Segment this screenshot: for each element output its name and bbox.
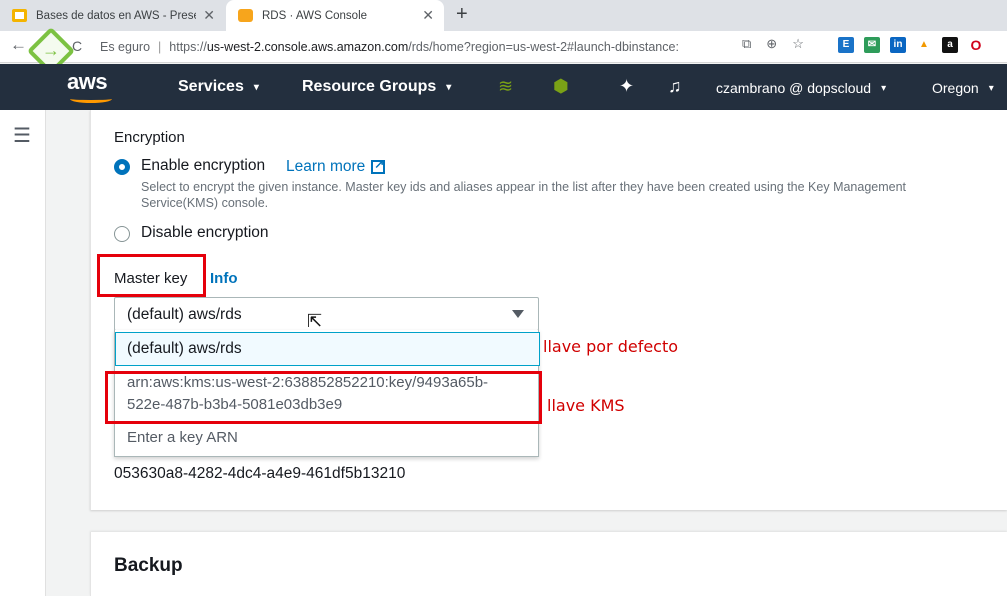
ext-blue-icon[interactable]: E xyxy=(838,37,854,53)
opera-icon[interactable]: O xyxy=(968,37,984,53)
url-path: /rds/home?region=us-west-2#launch-dbinst… xyxy=(408,40,679,54)
option-default-key[interactable]: (default) aws/rds xyxy=(115,332,540,366)
translate-icon[interactable]: ⧉ xyxy=(742,36,751,52)
hamburger-menu-icon[interactable]: ☰ xyxy=(13,123,31,148)
resource-groups-menu[interactable]: Resource Groups ▾ xyxy=(302,78,451,96)
linkedin-icon[interactable]: in xyxy=(890,37,906,53)
services-menu[interactable]: Services ▾ xyxy=(178,78,259,96)
encryption-heading: Encryption xyxy=(114,129,185,146)
disable-encryption-label[interactable]: Disable encryption xyxy=(141,224,269,242)
master-key-highlight xyxy=(97,254,206,297)
learn-more-label: Learn more xyxy=(286,158,366,175)
master-key-selected-value: (default) aws/rds xyxy=(127,306,242,323)
back-arrow-icon[interactable]: ← xyxy=(10,35,27,55)
omnibox-actions: ⧉ ⊕ ☆ xyxy=(742,36,804,52)
forward-arrow-icon[interactable]: → xyxy=(42,40,60,61)
new-tab-button[interactable]: + xyxy=(456,3,468,26)
url-prefix: https:// xyxy=(169,40,207,54)
url-host: us-west-2.console.aws.amazon.com xyxy=(206,40,409,54)
aws-console-nav: aws Services ▾ Resource Groups ▾ ≋ ⬢ ✦ ♫… xyxy=(0,64,1007,110)
account-name: czambrano @ dopscloud xyxy=(716,80,872,96)
browser-extensions: E ✉ in ▲ a O xyxy=(838,37,984,53)
browser-tab-strip: Bases de datos en AWS - Present ✕ RDS · … xyxy=(0,0,1007,31)
bookmark-star-icon[interactable]: ☆ xyxy=(792,36,804,52)
slides-icon xyxy=(12,9,27,22)
external-link-icon xyxy=(371,157,386,174)
aws-logo[interactable]: aws xyxy=(67,69,108,95)
zoom-icon[interactable]: ⊕ xyxy=(766,36,777,52)
amazon-assistant-icon[interactable]: a xyxy=(942,37,958,53)
chevron-down-icon: ▾ xyxy=(881,82,887,94)
chevron-down-icon: ▾ xyxy=(253,81,259,93)
aws-icon xyxy=(238,9,253,22)
bell-icon[interactable]: ♫ xyxy=(668,76,682,97)
services-label: Services xyxy=(178,78,244,95)
browser-tab-slides[interactable]: Bases de datos en AWS - Present ✕ xyxy=(0,0,225,31)
mouse-pointer-icon: ⇱ xyxy=(307,311,323,331)
region-name: Oregon xyxy=(932,80,979,96)
close-icon[interactable]: ✕ xyxy=(203,7,215,24)
annotation-default-key: llave por defecto xyxy=(543,337,679,356)
disable-encryption-radio[interactable] xyxy=(114,226,130,242)
master-key-info-link[interactable]: Info xyxy=(210,270,238,287)
master-key-select[interactable]: (default) aws/rds xyxy=(114,297,539,331)
backup-panel xyxy=(90,532,1007,596)
chevron-down-icon: ▾ xyxy=(446,81,452,93)
resource-groups-label: Resource Groups xyxy=(302,78,437,95)
enable-encryption-label[interactable]: Enable encryption xyxy=(141,157,265,175)
annotation-kms-key: llave KMS xyxy=(547,396,625,415)
chevron-down-icon: ▾ xyxy=(988,82,994,94)
security-indicator[interactable]: Es eguro xyxy=(100,40,150,54)
learn-more-link[interactable]: Learn more xyxy=(286,157,386,176)
tab-title: Bases de datos en AWS - Present xyxy=(36,9,196,22)
caret-down-icon xyxy=(512,310,524,318)
enable-encryption-radio[interactable] xyxy=(114,159,130,175)
tab-title: RDS · AWS Console xyxy=(262,9,368,22)
close-icon[interactable]: ✕ xyxy=(422,7,434,24)
pin-icon[interactable]: ✦ xyxy=(619,76,634,97)
account-menu[interactable]: czambrano @ dopscloud ▾ xyxy=(716,80,886,96)
url-separator: | xyxy=(158,40,162,54)
encryption-description: Select to encrypt the given instance. Ma… xyxy=(141,180,907,210)
service-shortcut-2-icon[interactable]: ⬢ xyxy=(553,76,569,97)
kms-key-highlight xyxy=(105,371,542,424)
address-bar[interactable]: Es eguro | https:// us-west-2.console.aw… xyxy=(100,35,818,59)
ext-triangle-icon[interactable]: ▲ xyxy=(916,37,932,53)
backup-heading: Backup xyxy=(114,555,183,576)
kms-key-id: 053630a8-4282-4dc4-a4e9-461df5b13210 xyxy=(114,465,406,482)
ext-green-icon[interactable]: ✉ xyxy=(864,37,880,53)
region-menu[interactable]: Oregon ▾ xyxy=(932,80,994,96)
option-enter-arn[interactable]: Enter a key ARN xyxy=(115,428,540,448)
aws-logo-smile xyxy=(70,95,112,103)
browser-tab-rds[interactable]: RDS · AWS Console ✕ xyxy=(226,0,444,31)
service-shortcut-1-icon[interactable]: ≋ xyxy=(498,76,513,97)
side-nav-rail: ☰ xyxy=(0,110,46,596)
